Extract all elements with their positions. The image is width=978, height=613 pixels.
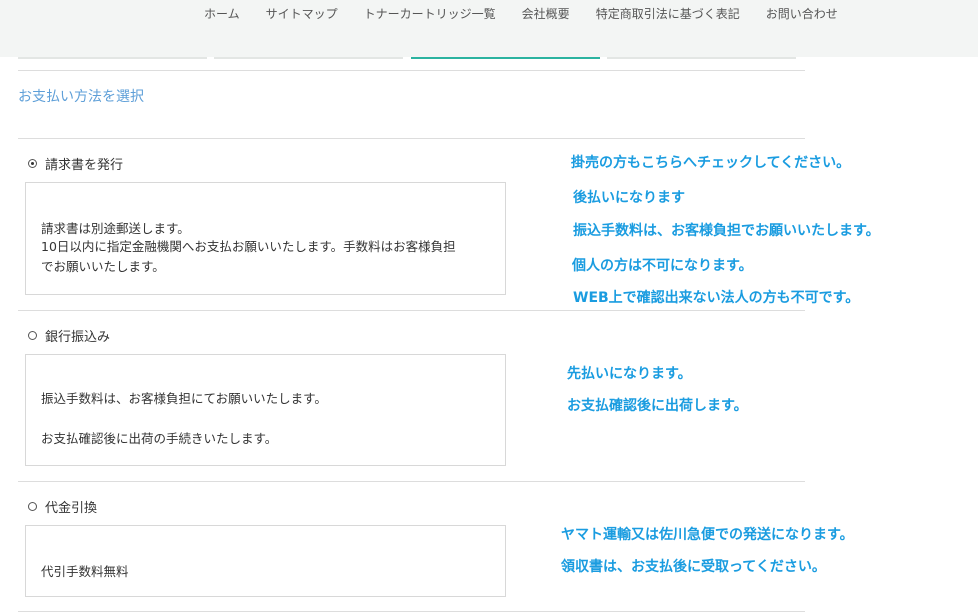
radio-invoice[interactable] [28, 158, 37, 168]
top-bar: ホーム サイトマップ トナーカートリッジ一覧 会社概要 特定商取引法に基づく表記… [0, 0, 978, 57]
nav-sitemap-link[interactable]: サイトマップ [253, 6, 351, 22]
payment-option-bank[interactable]: 銀行振込み [28, 326, 111, 345]
payment-option-cod[interactable]: 代金引換 [28, 497, 98, 516]
step-tab-4 [607, 57, 796, 59]
description-line: でお願いいたします。 [41, 259, 165, 274]
divider [18, 138, 805, 139]
description-line: 請求書は別途郵送します。 [41, 221, 190, 236]
cod-description-box: 代引手数料無料 [25, 525, 506, 597]
step-tab-1 [18, 57, 207, 59]
nav-company-link[interactable]: 会社概要 [509, 6, 583, 22]
description-line: 10日以内に指定金融機関へお支払お願いいたします。手数料はお客様負担 [41, 239, 456, 254]
divider [18, 611, 805, 612]
step-tab-3-active [411, 57, 600, 59]
bank-note: 先払いになります。 [567, 366, 692, 382]
divider [18, 481, 805, 482]
invoice-description-box: 請求書は別途郵送します。 10日以内に指定金融機関へお支払お願いいたします。手数… [25, 182, 506, 295]
step-tab-2 [214, 57, 403, 59]
description-line: お支払確認後に出荷の手続きいたします。 [41, 431, 278, 446]
section-title: お支払い方法を選択 [18, 89, 144, 105]
description-line: 代引手数料無料 [41, 564, 129, 579]
radio-bank[interactable] [28, 330, 37, 340]
cod-note: ヤマト運輸又は佐川急便での発送になります。 [561, 527, 854, 543]
invoice-note: 後払いになります [573, 190, 685, 206]
invoice-note: 個人の方は不可になります。 [572, 258, 753, 274]
invoice-note: 掛売の方もこちらへチェックしてください。 [571, 155, 851, 171]
nav-contact-link[interactable]: お問い合わせ [753, 6, 851, 22]
bank-description-box: 振込手数料は、お客様負担にてお願いいたします。 お支払確認後に出荷の手続きいたし… [25, 354, 506, 466]
option-label: 銀行振込み [45, 329, 111, 345]
cod-note: 領収書は、お支払後に受取ってください。 [561, 559, 826, 575]
option-label: 代金引換 [45, 500, 98, 516]
payment-option-invoice[interactable]: 請求書を発行 [28, 154, 124, 173]
global-nav: ホーム サイトマップ トナーカートリッジ一覧 会社概要 特定商取引法に基づく表記… [191, 6, 851, 22]
description-line: 振込手数料は、お客様負担にてお願いいたします。 [41, 391, 327, 406]
bank-note: お支払確認後に出荷します。 [567, 398, 748, 414]
invoice-note: WEB上で確認出来ない法人の方も不可です。 [573, 290, 860, 306]
divider [18, 310, 805, 311]
radio-cod[interactable] [28, 501, 37, 511]
nav-legal-notice-link[interactable]: 特定商取引法に基づく表記 [583, 6, 753, 22]
invoice-note: 振込手数料は、お客様負担でお願いいたします。 [573, 223, 880, 239]
divider [18, 70, 805, 71]
nav-toner-list-link[interactable]: トナーカートリッジ一覧 [351, 6, 509, 22]
nav-home-link[interactable]: ホーム [191, 6, 253, 22]
option-label: 請求書を発行 [45, 157, 124, 173]
